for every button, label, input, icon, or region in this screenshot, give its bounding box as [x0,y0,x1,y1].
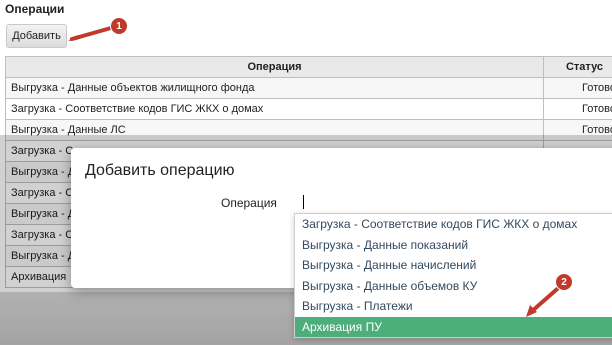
cell-operation: Выгрузка - Данные объектов жилищного фон… [5,77,544,99]
page-title: Операции [5,2,65,16]
table-header-row: Операция Статус [5,56,612,78]
annotation-badge-2: 2 [555,273,573,291]
cell-operation: Загрузка - Соответствие кодов ГИС ЖКХ о … [5,98,544,120]
table-row[interactable]: Загрузка - Соответствие кодов ГИС ЖКХ о … [5,98,612,120]
cell-status: Готово [543,98,612,120]
operation-field-label: Операция [221,196,277,210]
add-operation-button[interactable]: Добавить [6,24,67,48]
column-header-status[interactable]: Статус [543,56,612,78]
dropdown-option[interactable]: Загрузка - Соответствие кодов ГИС ЖКХ о … [295,214,612,235]
cell-status: Готово [543,77,612,99]
operation-input-caret[interactable] [303,195,304,209]
dialog-title: Добавить операцию [85,162,235,179]
annotation-badge-1: 1 [110,17,128,35]
dropdown-option[interactable]: Выгрузка - Данные показаний [295,235,612,256]
dropdown-option[interactable]: Выгрузка - Платежи [295,296,612,317]
table-row[interactable]: Выгрузка - Данные объектов жилищного фон… [5,77,612,99]
column-header-operation[interactable]: Операция [5,56,544,78]
dropdown-option-selected[interactable]: Архивация ПУ [295,316,612,337]
